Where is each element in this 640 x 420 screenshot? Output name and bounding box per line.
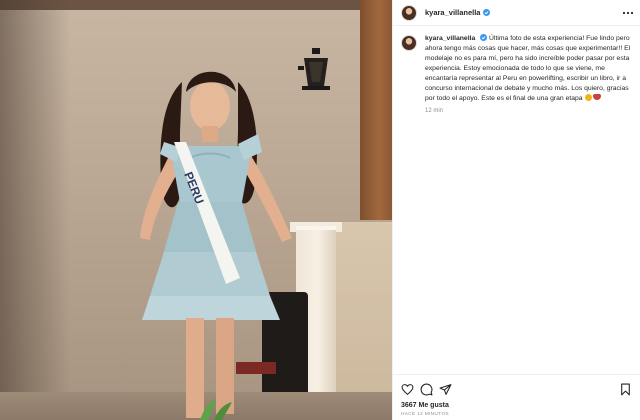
woman-in-dress: PERU [140,71,292,418]
stone-ledge [336,222,392,420]
post-details-panel: kyara_villanella kyara_villanella Última… [392,0,640,420]
verified-badge-icon [483,9,491,16]
instagram-post: PERU kyara_villanella kyara_villanella Ú… [0,0,640,420]
likes-count[interactable]: 3667 Me gusta [401,402,449,409]
caption-avatar[interactable] [401,35,417,51]
profile-avatar[interactable] [401,4,417,21]
heart-icon[interactable] [401,383,414,396]
comment-icon[interactable] [420,383,433,396]
emoji-icon [585,94,593,101]
action-bar [393,374,640,400]
bookmark-icon[interactable] [619,383,632,396]
caption-comment: kyara_villanella Última foto de esta exp… [401,34,635,114]
caption-text: Última foto de esta experiencia! Fue lin… [425,35,631,102]
wall-lamp [298,48,330,90]
more-options-icon[interactable] [621,7,635,19]
post-header: kyara_villanella [393,0,640,26]
caption-time: 12 min [425,108,444,114]
caption-body: kyara_villanella Última foto de esta exp… [425,34,631,114]
posted-time: HACE 12 MINUTOS [401,412,449,417]
caption-username[interactable]: kyara_villanella [425,35,475,42]
header-username[interactable]: kyara_villanella [425,8,480,17]
post-photo[interactable]: PERU [0,0,392,420]
plant [200,398,232,420]
share-icon[interactable] [439,383,452,396]
caption-verified-icon [480,34,488,41]
wooden-beam [360,0,392,220]
heart-emoji-icon [593,94,602,100]
caption-text-block: kyara_villanella Última foto de esta exp… [425,34,631,104]
wall-shadow [0,0,70,420]
